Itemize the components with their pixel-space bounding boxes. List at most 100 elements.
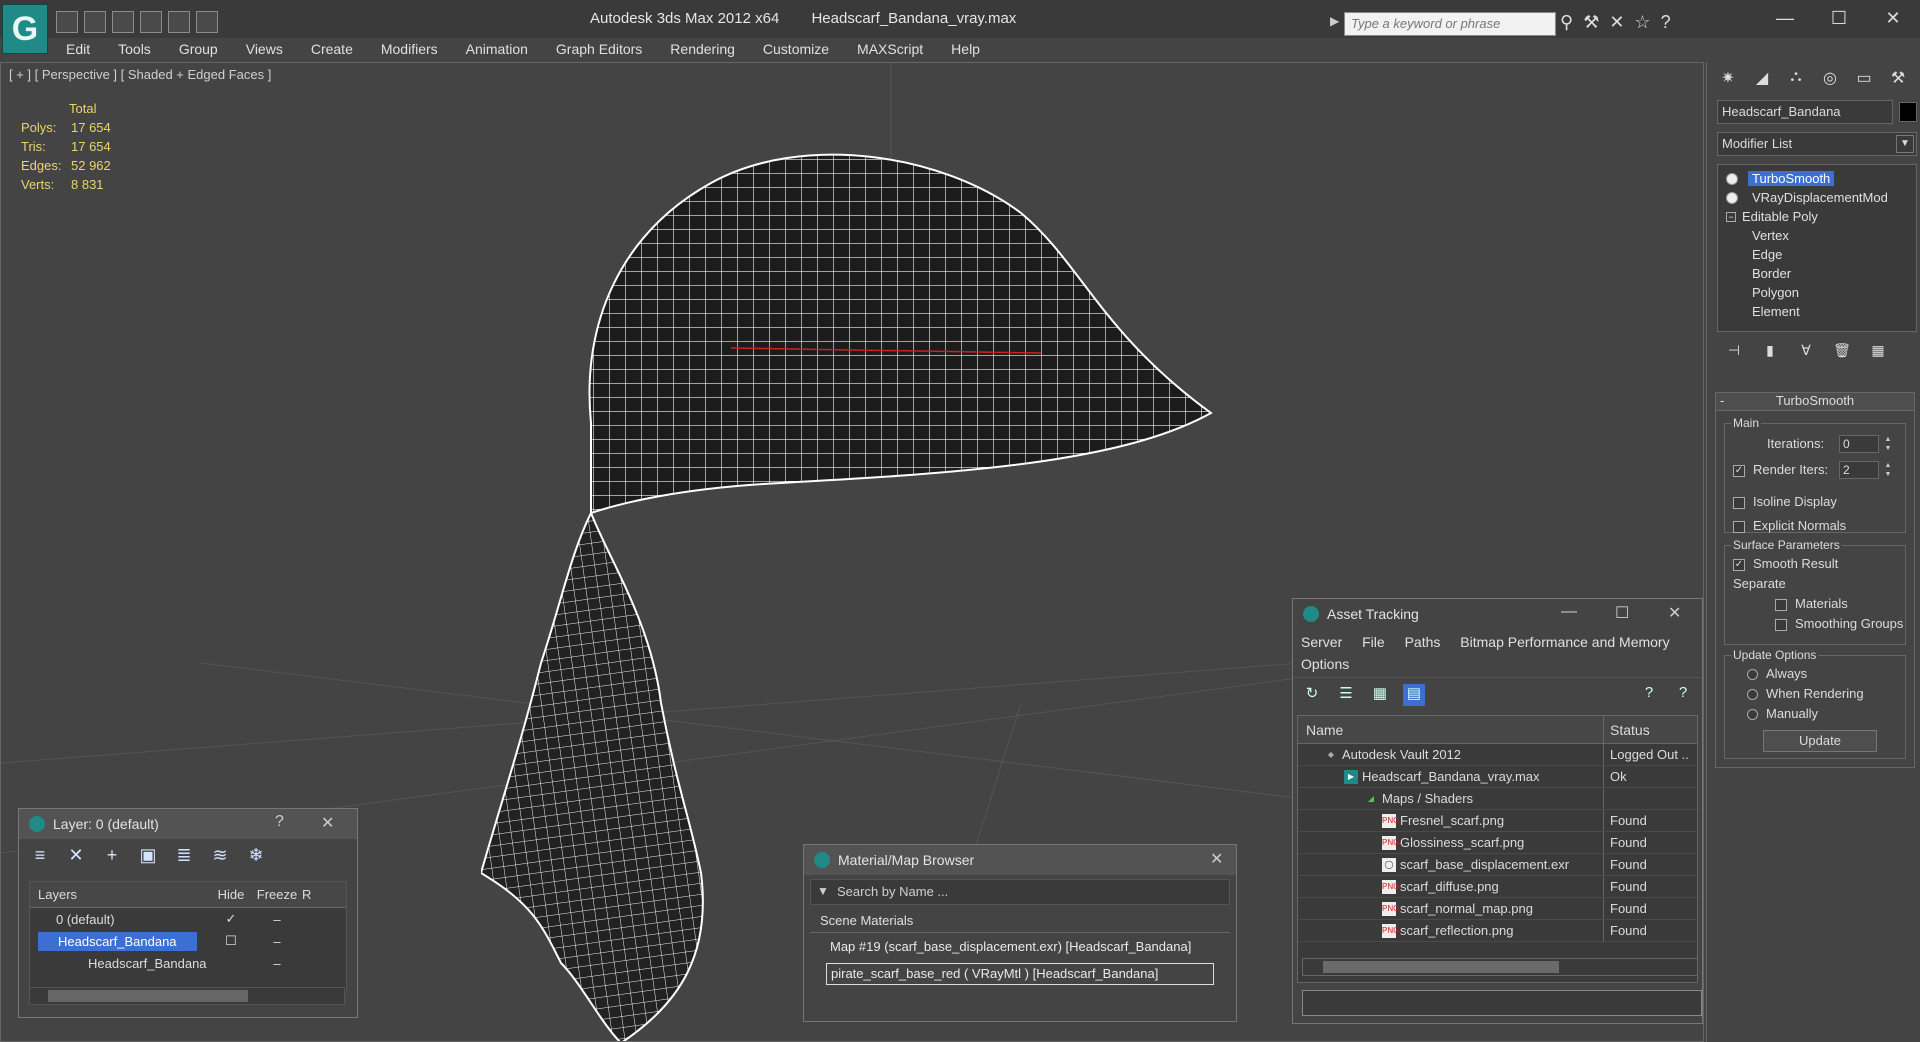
stack-subobj-edge[interactable]: Edge xyxy=(1718,245,1916,264)
asset-row[interactable]: PNG scarf_reflection.png Found xyxy=(1298,920,1697,942)
select-objects-icon[interactable]: ▣ xyxy=(137,845,159,867)
menu-options[interactable]: Options xyxy=(1301,656,1349,672)
help-icon[interactable]: ? xyxy=(1661,12,1671,33)
freeze-all-icon[interactable]: ❄ xyxy=(245,845,267,867)
modify-tab-icon[interactable]: ◢ xyxy=(1751,68,1773,90)
asset-row[interactable]: PNG scarf_normal_map.png Found xyxy=(1298,898,1697,920)
rollout-header[interactable]: - TurboSmooth xyxy=(1716,393,1914,411)
isoline-display-checkbox[interactable]: Isoline Display xyxy=(1733,494,1837,509)
display-tab-icon[interactable]: ▭ xyxy=(1853,68,1875,90)
keyword-search-input[interactable]: Type a keyword or phrase xyxy=(1344,12,1556,36)
help-icon[interactable]: ? xyxy=(1638,684,1660,706)
stack-item-editable-poly[interactable]: − Editable Poly xyxy=(1718,207,1916,226)
render-iters-checkbox[interactable]: ✓ xyxy=(1733,464,1745,477)
close-icon[interactable]: ✕ xyxy=(1668,603,1681,623)
utilities-tab-icon[interactable]: ⚒ xyxy=(1887,68,1909,90)
pin-stack-icon[interactable]: ⊣ xyxy=(1725,342,1743,362)
always-radio[interactable]: Always xyxy=(1747,666,1807,681)
hold-button[interactable] xyxy=(140,11,162,33)
spinner-arrows-icon[interactable]: ▲ ▼ xyxy=(1883,461,1893,479)
update-button[interactable]: Update xyxy=(1763,730,1877,752)
asset-horizontal-scrollbar[interactable] xyxy=(1302,958,1698,976)
search-expand-icon[interactable]: ▶ xyxy=(1330,14,1339,28)
maximize-icon[interactable]: ☐ xyxy=(1812,0,1866,36)
menu-graph-editors[interactable]: Graph Editors xyxy=(542,38,656,62)
spinner-arrows-icon[interactable]: ▲ ▼ xyxy=(1883,435,1893,453)
layer-horizontal-scrollbar[interactable] xyxy=(29,987,345,1005)
col-layers[interactable]: Layers xyxy=(30,887,210,902)
fetch-button[interactable] xyxy=(168,11,190,33)
explicit-normals-checkbox[interactable]: Explicit Normals xyxy=(1733,518,1846,533)
create-layer-icon[interactable]: ≡ xyxy=(29,845,51,867)
open-file-button[interactable] xyxy=(56,11,78,33)
motion-tab-icon[interactable]: ◎ xyxy=(1819,68,1841,90)
asset-row[interactable]: ◆ Autodesk Vault 2012 Logged Out .. xyxy=(1298,744,1697,766)
asset-row[interactable]: ▶ Headscarf_Bandana_vray.max Ok xyxy=(1298,766,1697,788)
col-render[interactable]: R xyxy=(302,887,311,902)
smooth-result-checkbox[interactable]: ✓ Smooth Result xyxy=(1733,556,1838,571)
col-name[interactable]: Name xyxy=(1298,716,1604,743)
object-color-swatch[interactable] xyxy=(1899,102,1917,122)
list-view-icon[interactable]: ☰ xyxy=(1335,684,1357,706)
stack-item-vraydisplacement[interactable]: VRayDisplacementMod xyxy=(1718,188,1916,207)
menu-animation[interactable]: Animation xyxy=(452,38,542,62)
maximize-icon[interactable]: ☐ xyxy=(1615,603,1629,623)
asset-row[interactable]: ◯ scarf_base_displacement.exr Found xyxy=(1298,854,1697,876)
layer-row[interactable]: Headscarf_Bandana ☐ – xyxy=(30,930,346,952)
layer-row[interactable]: 0 (default) ✓ – xyxy=(30,908,346,930)
communication-icon[interactable]: ✕ xyxy=(1609,12,1624,33)
active-check-icon[interactable]: ✓ xyxy=(210,911,252,927)
create-tab-icon[interactable]: ✷ xyxy=(1717,68,1739,90)
material-list-item[interactable]: pirate_scarf_base_red ( VRayMtl ) [Heads… xyxy=(826,963,1214,985)
collapse-icon[interactable]: − xyxy=(1726,211,1736,222)
menu-views[interactable]: Views xyxy=(232,38,297,62)
manually-radio[interactable]: Manually xyxy=(1747,706,1818,721)
menu-rendering[interactable]: Rendering xyxy=(656,38,749,62)
menu-create[interactable]: Create xyxy=(297,38,367,62)
hide-all-icon[interactable]: ≋ xyxy=(209,845,231,867)
context-help-icon[interactable]: ? xyxy=(1672,684,1694,706)
favorites-star-icon[interactable]: ☆ xyxy=(1634,12,1650,33)
new-scene-button[interactable] xyxy=(112,11,134,33)
lightbulb-icon[interactable] xyxy=(1726,191,1738,204)
close-icon[interactable]: ✕ xyxy=(321,813,334,833)
smoothing-groups-checkbox[interactable]: Smoothing Groups xyxy=(1775,616,1903,631)
lightbulb-icon[interactable] xyxy=(1726,172,1738,185)
select-layer-icon[interactable]: ≣ xyxy=(173,845,195,867)
freeze-toggle[interactable]: – xyxy=(252,934,302,949)
col-freeze[interactable]: Freeze xyxy=(252,887,302,902)
menu-group[interactable]: Group xyxy=(165,38,232,62)
asset-tracking-titlebar[interactable]: Asset Tracking — ☐ ✕ xyxy=(1293,599,1702,629)
stack-subobj-polygon[interactable]: Polygon xyxy=(1718,283,1916,302)
menu-tools[interactable]: Tools xyxy=(104,38,165,62)
iterations-spinner[interactable]: 0 xyxy=(1839,435,1879,453)
app-logo-button[interactable]: G xyxy=(2,4,48,54)
stack-item-turbosmooth[interactable]: TurboSmooth xyxy=(1718,169,1916,188)
thumbnail-view-icon[interactable]: ▦ xyxy=(1369,684,1391,706)
show-end-result-icon[interactable]: ▮ xyxy=(1761,342,1779,362)
project-folder-button[interactable] xyxy=(196,11,218,33)
scene-materials-group[interactable]: Scene Materials xyxy=(810,911,1230,933)
minimize-icon[interactable]: — xyxy=(1561,603,1577,621)
stack-subobj-vertex[interactable]: Vertex xyxy=(1718,226,1916,245)
layer-panel-titlebar[interactable]: Layer: 0 (default) ? ✕ xyxy=(19,809,357,839)
asset-row[interactable]: PNG Glossiness_scarf.png Found xyxy=(1298,832,1697,854)
stack-subobj-border[interactable]: Border xyxy=(1718,264,1916,283)
material-search-input[interactable]: ▼ Search by Name ... xyxy=(810,879,1230,905)
col-hide[interactable]: Hide xyxy=(210,887,252,902)
configure-sets-icon[interactable]: ▦ xyxy=(1869,342,1887,362)
delete-layer-icon[interactable]: ✕ xyxy=(65,845,87,867)
options-dropdown-icon[interactable]: ▼ xyxy=(817,884,829,898)
menu-file[interactable]: File xyxy=(1362,634,1385,650)
close-icon[interactable]: ✕ xyxy=(1210,849,1223,869)
menu-customize[interactable]: Customize xyxy=(749,38,843,62)
materials-checkbox[interactable]: Materials xyxy=(1775,596,1848,611)
close-icon[interactable]: ✕ xyxy=(1866,0,1920,36)
asset-path-field[interactable] xyxy=(1302,990,1702,1016)
stack-subobj-element[interactable]: Element xyxy=(1718,302,1916,321)
object-name-field[interactable]: Headscarf_Bandana xyxy=(1717,100,1893,124)
col-status[interactable]: Status xyxy=(1604,722,1650,738)
menu-maxscript[interactable]: MAXScript xyxy=(843,38,937,62)
menu-server[interactable]: Server xyxy=(1301,634,1342,650)
asset-row[interactable]: PNG Fresnel_scarf.png Found xyxy=(1298,810,1697,832)
